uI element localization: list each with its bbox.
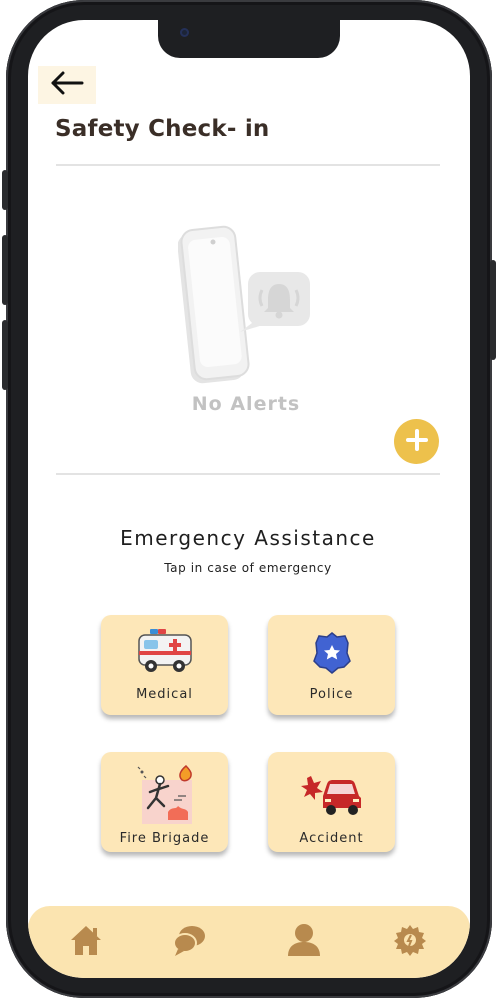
mute-switch <box>2 170 8 210</box>
add-alert-button[interactable] <box>394 419 439 464</box>
settings-icon <box>393 923 427 961</box>
power-button <box>490 260 496 360</box>
fire-brigade-card[interactable]: Fire Brigade <box>101 752 228 852</box>
header-divider <box>56 164 440 166</box>
front-camera <box>180 28 189 37</box>
card-label: Medical <box>136 687 193 702</box>
car-crash-icon <box>268 770 395 816</box>
phone-bell-icon <box>177 220 318 385</box>
volume-down-button <box>2 320 8 390</box>
no-alerts-text: No Alerts <box>191 393 301 415</box>
police-card[interactable]: Police <box>268 615 395 715</box>
arrow-left-icon <box>50 71 84 99</box>
bottom-nav <box>28 906 470 978</box>
volume-up-button <box>2 235 8 305</box>
nav-home[interactable] <box>64 920 108 964</box>
page-title: Safety Check- in <box>55 116 270 142</box>
back-button[interactable] <box>38 66 96 104</box>
card-label: Police <box>309 687 354 702</box>
card-label: Accident <box>299 831 364 846</box>
card-label: Fire Brigade <box>119 831 210 846</box>
fire-escape-icon <box>101 762 228 826</box>
plus-icon <box>405 428 429 456</box>
section-subtitle: Tap in case of emergency <box>164 561 332 575</box>
nav-profile[interactable] <box>282 920 326 964</box>
app-screen: Safety Check- in No Alerts Emergency Ass… <box>28 20 470 978</box>
section-title: Emergency Assistance <box>120 526 376 550</box>
alerts-divider <box>56 473 440 475</box>
notch <box>158 20 340 58</box>
chat-icon <box>172 923 208 961</box>
nav-chat[interactable] <box>168 920 212 964</box>
police-badge-icon <box>268 631 395 675</box>
ambulance-icon <box>101 629 228 677</box>
user-icon <box>286 922 322 962</box>
nav-settings[interactable] <box>388 920 432 964</box>
home-icon <box>68 923 104 961</box>
medical-card[interactable]: Medical <box>101 615 228 715</box>
accident-card[interactable]: Accident <box>268 752 395 852</box>
